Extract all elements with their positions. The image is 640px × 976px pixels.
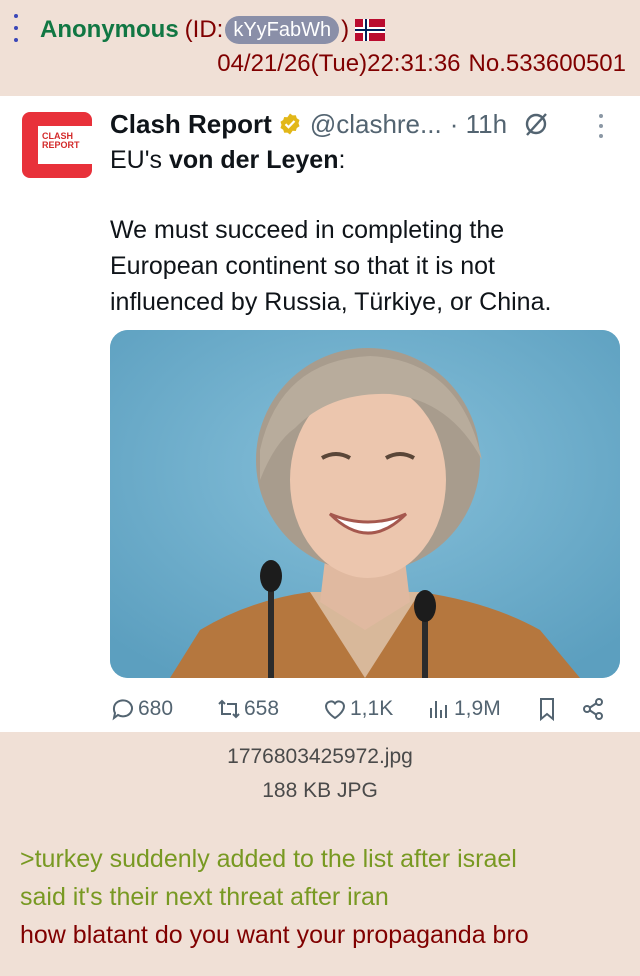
file-meta: 188 KB JPG — [262, 779, 378, 802]
tweet-time: · 11h — [449, 108, 508, 139]
reply-icon — [112, 699, 133, 721]
tweet-body-line: We must succeed in completing the — [110, 216, 505, 244]
file-info: 1776803425972.jpg 188 KB JPG — [0, 740, 640, 808]
tweet-body-line: European continent so that it is not — [110, 252, 495, 280]
reply-count: 680 — [138, 697, 174, 720]
post-message-line: how blatant do you want your propaganda … — [20, 921, 529, 949]
repost-action: 658 — [216, 696, 279, 722]
post-number-link[interactable]: No.533600501 — [469, 50, 626, 78]
clash-report-avatar: CLASH REPORT — [22, 112, 92, 178]
grok-icon — [525, 113, 547, 136]
post-header: Anonymous (ID: kYyFabWh ) 04/21/26(Tue)2… — [0, 0, 640, 92]
poster-name: Anonymous — [40, 16, 179, 43]
tweet-action-bar: 680 658 1,1K 1,9M — [110, 694, 620, 724]
greentext-line: said it's their next threat after iran — [20, 883, 389, 911]
post-message: >turkey suddenly added to the list after… — [20, 840, 632, 954]
share-icon — [583, 698, 603, 720]
avatar-logo-text: CLASH REPORT — [42, 131, 80, 150]
repost-icon — [218, 699, 240, 719]
repost-count: 658 — [244, 697, 280, 720]
poster-id-value[interactable]: kYyFabWh — [225, 16, 340, 44]
heart-icon — [324, 700, 346, 720]
bookmark-icon — [540, 698, 554, 722]
tweet-body: We must succeed in completing the Europe… — [110, 212, 610, 320]
tweet-handle: @clashre... — [309, 108, 442, 139]
tweet-display-name: Clash Report — [110, 108, 272, 139]
views-chart-icon — [430, 701, 447, 718]
tweet-body-line: influenced by Russia, Türkiye, or China. — [110, 288, 552, 316]
tweet-headline: EU's von der Leyen: — [110, 146, 346, 174]
tweet-header: Clash Report @clashre... · 11h — [110, 108, 630, 140]
share-action — [580, 696, 606, 722]
portrait-illustration — [110, 330, 620, 678]
tweet-screenshot-image[interactable]: CLASH REPORT Clash Report @clashre... · 1… — [0, 96, 640, 732]
tweet-photo — [110, 330, 620, 678]
post-date: 04/21/26(Tue)22:31:36 — [217, 50, 461, 77]
like-count: 1,1K — [350, 697, 394, 720]
verified-badge-icon — [280, 113, 300, 135]
file-name-link[interactable]: 1776803425972.jpg — [0, 740, 640, 774]
bookmark-action — [534, 696, 560, 722]
greentext-line: >turkey suddenly added to the list after… — [20, 845, 517, 873]
poster-info: Anonymous (ID: kYyFabWh ) — [40, 14, 386, 46]
norway-flag-icon — [355, 19, 386, 41]
views-count: 1,9M — [454, 697, 501, 720]
reply-action: 680 — [110, 696, 173, 722]
tweet-more-icon — [598, 114, 604, 138]
like-action: 1,1K — [322, 696, 393, 722]
views-action: 1,9M — [426, 696, 501, 722]
post-menu-icon[interactable] — [12, 14, 20, 42]
poster-id: (ID: kYyFabWh ) — [184, 16, 350, 44]
post-date-line: 04/21/26(Tue)22:31:36 No.533600501 — [217, 48, 626, 80]
